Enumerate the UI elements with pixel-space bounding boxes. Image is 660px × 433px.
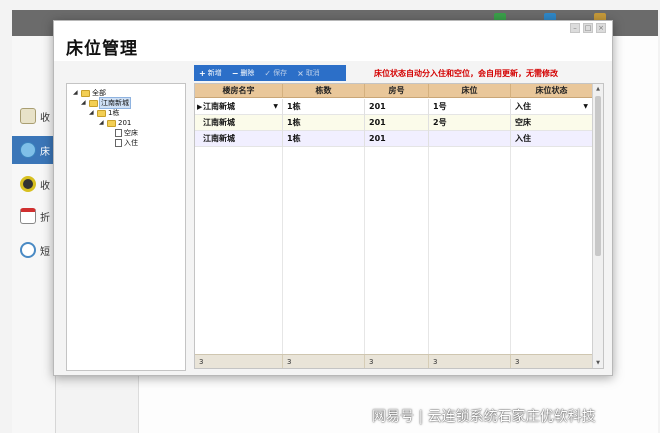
tree-leaf-occupied[interactable]: 入住 xyxy=(115,138,185,148)
grid-cell[interactable]: 1栋 xyxy=(283,131,365,147)
grid-cell[interactable] xyxy=(429,131,511,147)
tree-node-label: 全部 xyxy=(92,89,106,97)
disc-icon xyxy=(20,176,36,192)
column-header[interactable]: 栋数 xyxy=(283,84,365,98)
tree-node-label: 入住 xyxy=(124,139,138,147)
table-row[interactable]: ▶ 江南新城 ▼ 1栋 201 1号 入住 ▼ xyxy=(195,99,593,115)
column-header[interactable]: 床位 xyxy=(429,84,511,98)
cell-value: 入住 xyxy=(515,102,531,111)
status-notice: 床位状态自动分入住和空位，会自用更新，无需修改 xyxy=(374,69,558,78)
left-nav xyxy=(12,36,56,433)
folder-icon xyxy=(81,89,90,97)
chevron-down-icon[interactable]: ▼ xyxy=(273,99,278,115)
delete-button-label: 删除 xyxy=(240,69,255,77)
grid-summary-row: 3 3 3 3 3 xyxy=(195,354,593,368)
summary-cell: 3 xyxy=(429,355,511,368)
close-icon[interactable]: × xyxy=(596,23,606,33)
magnifier-icon xyxy=(20,242,36,258)
watermark: 网易号 | 云连锁系统石家庄优软科技 xyxy=(372,409,596,425)
expand-icon[interactable]: ◢ xyxy=(89,108,95,118)
grid-cell-status[interactable]: 入住 ▼ xyxy=(511,99,593,115)
column-header[interactable]: 楼房名字 xyxy=(195,84,283,98)
nav-item-label: 收 xyxy=(40,180,50,192)
document-icon xyxy=(115,129,122,137)
minimize-icon[interactable]: – xyxy=(570,23,580,33)
tree-node-room[interactable]: ◢ 201 xyxy=(99,118,185,128)
document-icon xyxy=(20,108,36,124)
chevron-down-icon[interactable]: ▼ xyxy=(583,99,588,115)
grid-cell[interactable]: 江南新城 xyxy=(195,131,283,147)
save-button[interactable]: ✓ 保存 xyxy=(259,65,292,81)
table-row[interactable]: 江南新城 1栋 201 入住 xyxy=(195,131,593,147)
grid-cell[interactable]: 201 xyxy=(365,115,429,131)
nav-item-label: 折 xyxy=(40,212,50,224)
nav-item-label: 床 xyxy=(40,146,50,158)
tree-node-block[interactable]: ◢ 1栋 xyxy=(89,108,185,118)
scrollbar-thumb[interactable] xyxy=(595,96,601,256)
grid-cell[interactable]: 1号 xyxy=(429,99,511,115)
bed-grid: 楼房名字 栋数 房号 床位 床位状态 ▶ 江南新城 ▼ 1栋 201 1号 入住… xyxy=(194,83,604,369)
grid-cell[interactable]: 201 xyxy=(365,131,429,147)
expand-icon[interactable]: ◢ xyxy=(99,118,105,128)
grid-header: 楼房名字 栋数 房号 床位 床位状态 xyxy=(195,84,593,98)
cancel-button-label: 取消 xyxy=(305,69,320,77)
tree-node-building[interactable]: ◢ 江南新城 xyxy=(81,97,185,109)
summary-cell: 3 xyxy=(511,355,593,368)
grid-cell[interactable]: 空床 xyxy=(511,115,593,131)
tree-node-label: 江南新城 xyxy=(99,97,131,109)
room-tree: ◢ 全部 ◢ 江南新城 ◢ 1栋 ◢ 201 空床 入住 xyxy=(66,83,186,371)
tree-node-label: 空床 xyxy=(124,129,138,137)
bed-management-dialog: 床位管理 – □ × ◢ 全部 ◢ 江南新城 ◢ 1栋 ◢ 201 空床 入住 … xyxy=(53,20,613,376)
summary-cell: 3 xyxy=(283,355,365,368)
plus-icon: + xyxy=(199,68,206,78)
tree-node-root[interactable]: ◢ 全部 xyxy=(73,88,185,98)
document-icon xyxy=(115,139,122,147)
grid-cell[interactable]: 201 xyxy=(365,99,429,115)
row-pointer-icon: ▶ xyxy=(197,103,203,111)
check-icon: ✓ xyxy=(264,68,272,78)
folder-icon xyxy=(107,119,116,127)
delete-button[interactable]: − 删除 xyxy=(227,65,260,81)
add-button[interactable]: + 新增 xyxy=(194,65,227,81)
folder-icon xyxy=(97,109,106,117)
nav-item-label: 收 xyxy=(40,112,50,124)
x-icon: × xyxy=(297,68,304,78)
column-header[interactable]: 床位状态 xyxy=(511,84,593,98)
scroll-up-icon[interactable]: ▲ xyxy=(593,84,603,94)
save-button-label: 保存 xyxy=(273,69,288,77)
expand-icon[interactable]: ◢ xyxy=(73,88,79,98)
summary-cell: 3 xyxy=(365,355,429,368)
minus-icon: − xyxy=(231,68,239,78)
pencil-icon xyxy=(20,208,36,224)
scroll-down-icon[interactable]: ▼ xyxy=(593,358,603,368)
tree-leaf-empty-bed[interactable]: 空床 xyxy=(115,128,185,138)
window-controls: – □ × xyxy=(570,23,606,33)
dialog-header: 床位管理 – □ × xyxy=(54,21,612,61)
globe-icon xyxy=(20,142,36,158)
table-row[interactable]: 江南新城 1栋 201 2号 空床 xyxy=(195,115,593,131)
summary-cell: 3 xyxy=(195,355,283,368)
expand-icon[interactable]: ◢ xyxy=(81,98,87,108)
grid-body: ▶ 江南新城 ▼ 1栋 201 1号 入住 ▼ 江南新城 1栋 201 2号 空… xyxy=(195,99,593,147)
add-button-label: 新增 xyxy=(207,69,222,77)
grid-toolbar: + 新增 − 删除 ✓ 保存 × 取消 xyxy=(194,65,346,81)
dialog-title: 床位管理 xyxy=(66,39,138,59)
folder-icon xyxy=(89,99,98,107)
tree-node-label: 201 xyxy=(118,119,132,127)
grid-cell[interactable]: 1栋 xyxy=(283,115,365,131)
column-header[interactable]: 房号 xyxy=(365,84,429,98)
grid-cell-building[interactable]: ▶ 江南新城 ▼ xyxy=(195,99,283,115)
grid-cell[interactable]: 入住 xyxy=(511,131,593,147)
cancel-button[interactable]: × 取消 xyxy=(292,65,325,81)
nav-item-label: 短 xyxy=(40,246,50,258)
vertical-scrollbar[interactable]: ▲ ▼ xyxy=(592,84,603,368)
maximize-icon[interactable]: □ xyxy=(583,23,593,33)
cell-value: 江南新城 xyxy=(203,102,235,111)
grid-cell[interactable]: 1栋 xyxy=(283,99,365,115)
grid-cell[interactable]: 江南新城 xyxy=(195,115,283,131)
grid-cell[interactable]: 2号 xyxy=(429,115,511,131)
tree-node-label: 1栋 xyxy=(108,109,120,117)
